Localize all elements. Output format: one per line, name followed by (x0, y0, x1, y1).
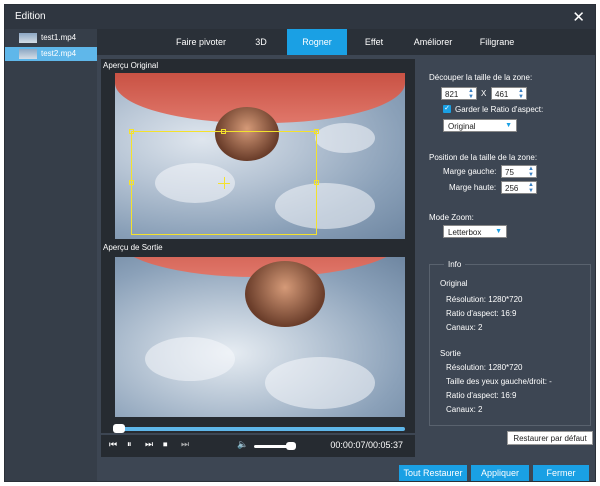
time-display: 00:00:07/00:05:37 (330, 440, 403, 450)
stop-icon[interactable]: ⏹ (163, 439, 168, 450)
file-item-test2[interactable]: test2.mp4 (5, 47, 97, 61)
crop-height-input[interactable]: 461 ▲ ▼ (491, 87, 527, 100)
file-item-test1[interactable]: test1.mp4 (5, 31, 97, 45)
crop-settings-panel: Découper la taille de la zone: 821 ▲ ▼ X 4… (423, 59, 595, 459)
output-preview (115, 257, 405, 417)
next-frame-icon[interactable]: ⏭ (145, 439, 153, 450)
original-preview-label: Aperçu Original (103, 61, 159, 70)
crop-handle[interactable] (129, 180, 134, 185)
original-preview (115, 73, 405, 239)
pause-icon[interactable]: ⏸ (127, 439, 132, 450)
window-title: Edition (15, 11, 46, 22)
reset-all-button[interactable]: Tout Restaurer (399, 465, 467, 481)
person-image (245, 261, 325, 327)
preview-area: Aperçu Original Aperçu de Sortie (101, 59, 415, 433)
original-channels: Canaux: 2 (446, 323, 483, 332)
file-name: test2.mp4 (41, 49, 77, 58)
apply-button[interactable]: Appliquer (471, 465, 529, 481)
top-margin-label: Marge haute: (449, 183, 497, 192)
output-info-title: Sortie (440, 349, 461, 358)
tab-bar: Faire pivoter 3D Rogner Effet Améliorer … (97, 29, 595, 55)
original-resolution: Résolution: 1280*720 (446, 295, 523, 304)
size-separator: X (481, 89, 487, 98)
tab-3d[interactable]: 3D (243, 29, 279, 55)
volume-icon[interactable]: 🔈 (237, 439, 248, 450)
seek-bar[interactable] (113, 427, 405, 431)
close-button[interactable]: Fermer (533, 465, 589, 481)
top-margin-input[interactable]: 256 ▲ ▼ (501, 181, 537, 194)
video-thumbnail (19, 49, 37, 59)
volume-handle[interactable] (286, 442, 296, 450)
zoom-mode-label: Mode Zoom: (429, 213, 474, 222)
crop-handle[interactable] (314, 180, 319, 185)
tab-effect[interactable]: Effet (355, 29, 393, 55)
original-ratio: Ratio d'aspect: 16:9 (446, 309, 517, 318)
tab-watermark[interactable]: Filigrane (469, 29, 525, 55)
edit-window: Edition ✕ test1.mp4 test2.mp4 Faire pivo… (4, 4, 596, 482)
zoom-mode-select[interactable]: Letterbox ▼ (443, 225, 507, 238)
video-thumbnail (19, 33, 37, 43)
crop-handle[interactable] (129, 129, 134, 134)
file-name: test1.mp4 (41, 33, 77, 42)
snapshot-icon[interactable]: ⏭ (181, 439, 189, 450)
crop-size-label: Découper la taille de la zone: (429, 73, 533, 82)
prev-frame-icon[interactable]: ⏮ (109, 439, 117, 450)
output-channels: Canaux: 2 (446, 405, 483, 414)
left-margin-input[interactable]: 75 ▲ ▼ (501, 165, 537, 178)
crop-handle[interactable] (314, 129, 319, 134)
output-eye-size: Taille des yeux gauche/droit: - (446, 377, 552, 386)
crop-width-input[interactable]: 821 ▲ ▼ (441, 87, 477, 100)
info-title: Info (444, 260, 466, 269)
position-label: Position de la taille de la zone: (429, 153, 538, 162)
tab-enhance[interactable]: Améliorer (405, 29, 461, 55)
crosshair-icon (224, 177, 225, 189)
keep-ratio-label: Garder le Ratio d'aspect: (455, 105, 544, 114)
tab-crop[interactable]: Rogner (287, 29, 347, 55)
title-bar: Edition ✕ (5, 5, 595, 29)
keep-ratio-checkbox[interactable]: ✓ (443, 105, 451, 113)
info-box: Info Original Résolution: 1280*720 Ratio… (429, 260, 591, 426)
ratio-select[interactable]: Original ▼ (443, 119, 517, 132)
output-resolution: Résolution: 1280*720 (446, 363, 523, 372)
file-list: test1.mp4 test2.mp4 (5, 29, 97, 481)
output-preview-label: Aperçu de Sortie (103, 243, 163, 252)
seek-handle[interactable] (113, 424, 125, 433)
output-ratio: Ratio d'aspect: 16:9 (446, 391, 517, 400)
crop-handle[interactable] (221, 129, 226, 134)
original-info-title: Original (440, 279, 468, 288)
tab-rotate[interactable]: Faire pivoter (165, 29, 237, 55)
playback-controls: ⏮ ⏸ ⏭ ⏹ ⏭ 🔈 00:00:07/00:05:37 (101, 435, 415, 457)
close-icon[interactable]: ✕ (572, 8, 585, 26)
left-margin-label: Marge gauche: (443, 167, 497, 176)
reset-default-button[interactable]: Restaurer par défaut (507, 431, 593, 445)
